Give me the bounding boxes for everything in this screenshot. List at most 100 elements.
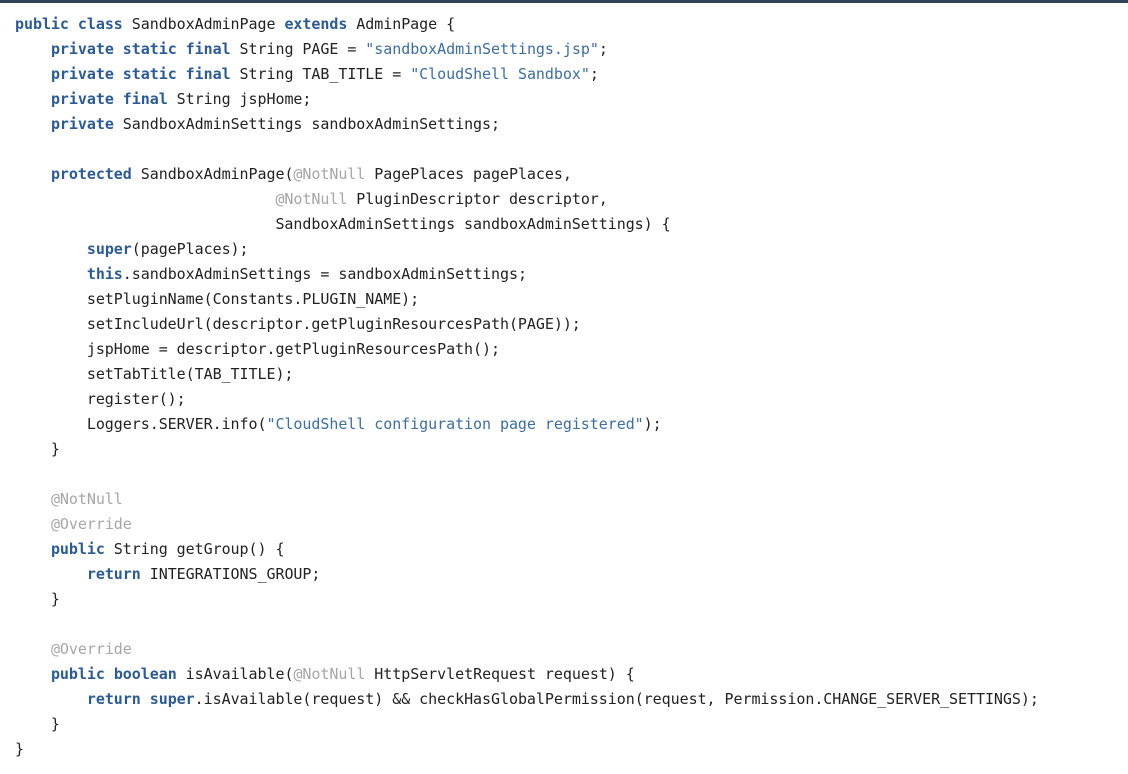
code-token-plain: String TAB_TITLE = (230, 65, 411, 83)
code-line: setPluginName(Constants.PLUGIN_NAME); (0, 287, 1128, 312)
code-token-plain: } (15, 740, 24, 758)
code-token-kw: return (86, 565, 141, 583)
code-line: } (0, 712, 1128, 737)
code-token-kw: final (185, 40, 231, 58)
code-token-plain: setTabTitle(TAB_TITLE); (15, 365, 294, 383)
code-token-plain: SandboxAdminPage (122, 15, 285, 33)
code-token-kw: extends (284, 15, 348, 33)
code-line: setTabTitle(TAB_TITLE); (0, 362, 1128, 387)
code-line: SandboxAdminSettings sandboxAdminSetting… (0, 212, 1128, 237)
code-token-ann: @NotNull (293, 665, 366, 683)
code-token-plain: setIncludeUrl(descriptor.getPluginResour… (15, 315, 581, 333)
code-token-plain: setPluginName(Constants.PLUGIN_NAME); (15, 290, 420, 308)
code-line: private static final String PAGE = "sand… (0, 37, 1128, 62)
code-line: public boolean isAvailable(@NotNull Http… (0, 662, 1128, 687)
code-token-ann: @Override (50, 515, 132, 533)
code-token-plain: (pagePlaces); (131, 240, 249, 258)
code-token-ann: @NotNull (293, 165, 366, 183)
code-line: } (0, 737, 1128, 762)
code-token-plain: String getGroup() { (104, 540, 285, 558)
code-line: this.sandboxAdminSettings = sandboxAdmin… (0, 262, 1128, 287)
code-token-plain: String jspHome; (167, 90, 312, 108)
code-line: @Override (0, 512, 1128, 537)
code-token-plain: } (15, 590, 60, 608)
code-line: @NotNull (0, 487, 1128, 512)
code-token-plain: register(); (15, 390, 186, 408)
code-token-kw: private (50, 65, 114, 83)
code-token-kw: boolean (113, 665, 177, 683)
code-token-plain: HttpServletRequest request) { (365, 665, 635, 683)
code-token-plain: jspHome = descriptor.getPluginResourcesP… (15, 340, 500, 358)
code-token-plain: } (15, 440, 60, 458)
code-token-plain: String PAGE = (230, 40, 366, 58)
code-line: private final String jspHome; (0, 87, 1128, 112)
code-token-kw: final (185, 65, 231, 83)
code-token-kw: static (122, 40, 177, 58)
code-line: private SandboxAdminSettings sandboxAdmi… (0, 112, 1128, 137)
code-token-kw: this (86, 265, 123, 283)
code-token-str: "sandboxAdminSettings.jsp" (365, 40, 599, 58)
code-line: return INTEGRATIONS_GROUP; (0, 562, 1128, 587)
code-token-plain: isAvailable( (176, 665, 294, 683)
code-token-str: "CloudShell Sandbox" (410, 65, 590, 83)
code-line: } (0, 587, 1128, 612)
code-token-plain: ; (589, 65, 599, 83)
code-line: register(); (0, 387, 1128, 412)
code-line: @NotNull PluginDescriptor descriptor, (0, 187, 1128, 212)
code-token-kw: class (77, 15, 123, 33)
code-token-plain: INTEGRATIONS_GROUP; (140, 565, 321, 583)
code-line: private static final String TAB_TITLE = … (0, 62, 1128, 87)
code-token-str: "CloudShell configuration page registere… (266, 415, 644, 433)
code-token-ann: @Override (50, 640, 132, 658)
code-line: } (0, 437, 1128, 462)
code-viewer[interactable]: public class SandboxAdminPage extends Ad… (0, 0, 1128, 774)
code-token-plain: AdminPage { (347, 15, 456, 33)
code-token-kw: super (86, 240, 132, 258)
code-token-plain: SandboxAdminPage( (131, 165, 294, 183)
code-token-kw: final (122, 90, 168, 108)
code-line: return super.isAvailable(request) && che… (0, 687, 1128, 712)
code-token-plain: SandboxAdminSettings sandboxAdminSetting… (15, 215, 671, 233)
code-token-plain: ); (643, 415, 662, 433)
code-line: public String getGroup() { (0, 537, 1128, 562)
code-token-kw: private (50, 115, 114, 133)
code-token-plain: } (15, 715, 60, 733)
code-line: public class SandboxAdminPage extends Ad… (0, 12, 1128, 37)
code-line: jspHome = descriptor.getPluginResourcesP… (0, 337, 1128, 362)
code-token-plain: ; (598, 40, 608, 58)
code-token-plain: Loggers.SERVER.info( (15, 415, 267, 433)
code-token-ann: @NotNull (275, 190, 348, 208)
code-token-kw: super (149, 690, 195, 708)
code-token-plain: .isAvailable(request) && checkHasGlobalP… (194, 690, 1039, 708)
source-code-block[interactable]: public class SandboxAdminPage extends Ad… (0, 3, 1128, 762)
code-token-kw: return (86, 690, 141, 708)
code-line: super(pagePlaces); (0, 237, 1128, 262)
code-token-kw: private (50, 90, 114, 108)
code-token-kw: public (50, 665, 105, 683)
code-line: Loggers.SERVER.info("CloudShell configur… (0, 412, 1128, 437)
